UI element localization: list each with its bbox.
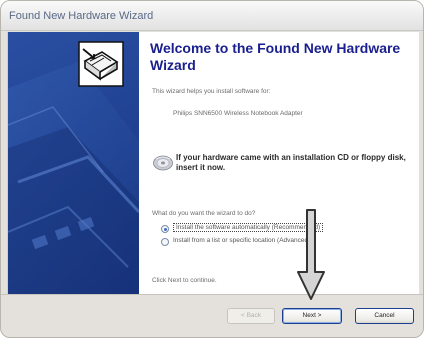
- question-text: What do you want the wizard to do?: [152, 210, 256, 217]
- down-arrow-icon: [297, 209, 325, 300]
- option-label: Install from a list or specific location…: [173, 237, 311, 244]
- wizard-content: Welcome to the Found New Hardware Wizard…: [7, 32, 419, 294]
- option-install-from-list[interactable]: Install from a list or specific location…: [161, 237, 411, 249]
- cancel-button[interactable]: Cancel: [355, 308, 414, 324]
- back-button[interactable]: < Back: [227, 308, 275, 324]
- wizard-side-panel: [8, 32, 139, 294]
- title-bar[interactable]: Found New Hardware Wizard: [1, 1, 423, 31]
- next-button[interactable]: Next >: [282, 308, 342, 324]
- option-install-automatic[interactable]: Install the software automatically (Reco…: [161, 223, 411, 236]
- wizard-main-panel: Welcome to the Found New Hardware Wizard…: [139, 32, 419, 294]
- cd-prompt-text: If your hardware came with an installati…: [176, 153, 406, 172]
- footer-divider: [1, 294, 423, 295]
- wizard-window: Found New Hardware Wizard Welcome to the…: [0, 0, 424, 338]
- radio-button[interactable]: [161, 238, 169, 246]
- window-title: Found New Hardware Wizard: [9, 10, 154, 22]
- cd-prompt-row: If your hardware came with an installati…: [152, 149, 412, 179]
- radio-button-selected[interactable]: [161, 225, 169, 233]
- cd-icon: [153, 155, 173, 171]
- wizard-heading: Welcome to the Found New Hardware Wizard: [150, 40, 401, 73]
- hardware-wizard-icon: [78, 41, 124, 87]
- continue-hint: Click Next to continue.: [152, 277, 217, 284]
- intro-text: This wizard helps you install software f…: [152, 88, 271, 95]
- device-name: Philips SNN6500 Wireless Notebook Adapte…: [173, 110, 303, 117]
